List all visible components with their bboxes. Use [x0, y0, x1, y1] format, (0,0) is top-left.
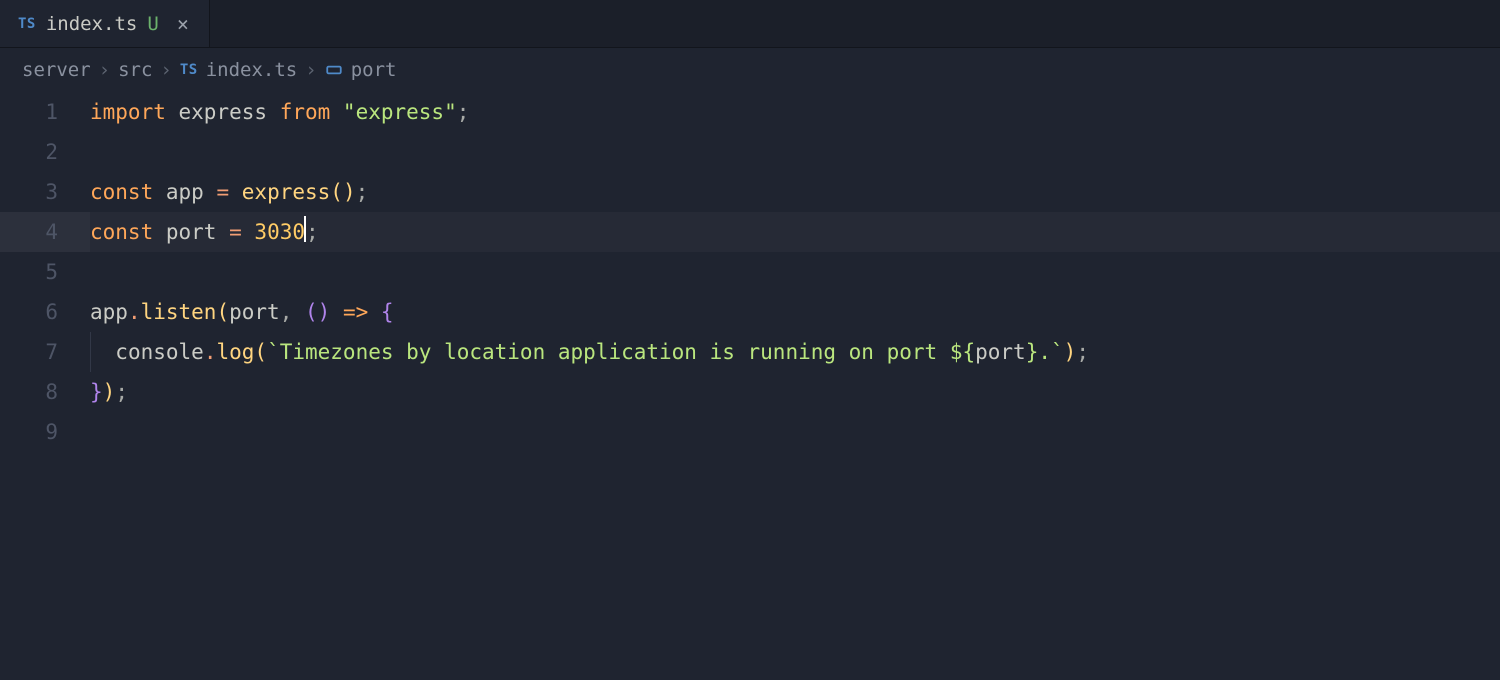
line-number: 4	[0, 212, 58, 252]
token-arrow: =>	[343, 300, 368, 324]
line-number: 9	[0, 412, 58, 452]
breadcrumb-text: src	[118, 59, 152, 81]
tab-git-status: U	[147, 13, 158, 35]
tab-bar: TS index.ts U ×	[0, 0, 1500, 48]
token-identifier: express	[179, 100, 268, 124]
token-paren: )	[343, 180, 356, 204]
breadcrumb: server › src › TS index.ts › port	[0, 48, 1500, 92]
token-identifier: console	[115, 340, 204, 364]
token-string: Timezones by location application is run…	[280, 340, 950, 364]
token-punct: ;	[115, 380, 128, 404]
code-line[interactable]	[90, 412, 1500, 452]
tab-filename: index.ts	[46, 13, 138, 35]
token-string: "express"	[343, 100, 457, 124]
token-keyword: from	[280, 100, 331, 124]
line-number: 6	[0, 292, 58, 332]
token-keyword: import	[90, 100, 166, 124]
token-brace: {	[381, 300, 394, 324]
token-identifier: port	[975, 340, 1026, 364]
token-number: 3030	[254, 220, 305, 244]
line-number: 7	[0, 332, 58, 372]
token-keyword: const	[90, 180, 153, 204]
token-string: `	[267, 340, 280, 364]
token-function: log	[216, 340, 254, 364]
tab-index-ts[interactable]: TS index.ts U ×	[0, 0, 210, 47]
breadcrumb-segment[interactable]: TS index.ts	[180, 59, 297, 81]
token-paren: (	[216, 300, 229, 324]
token-string: .	[1038, 340, 1051, 364]
token-punct: ;	[356, 180, 369, 204]
token-operator: =	[229, 220, 242, 244]
breadcrumb-segment[interactable]: src	[118, 59, 152, 81]
breadcrumb-segment[interactable]: port	[325, 59, 397, 81]
token-string: `	[1051, 340, 1064, 364]
code-area[interactable]: import express from "express"; const app…	[90, 92, 1500, 452]
token-punct: ;	[1076, 340, 1089, 364]
token-function: express	[242, 180, 331, 204]
token-indent	[90, 340, 115, 364]
token-punct: ,	[280, 300, 305, 324]
token-paren: (	[305, 300, 318, 324]
token-dot: .	[128, 300, 141, 324]
line-number: 3	[0, 172, 58, 212]
token-operator: =	[216, 180, 229, 204]
variable-icon	[325, 61, 343, 79]
breadcrumb-text: server	[22, 59, 91, 81]
line-number: 5	[0, 252, 58, 292]
token-identifier: port	[166, 220, 217, 244]
token-template: }	[1026, 340, 1039, 364]
token-punct: ;	[306, 220, 319, 244]
token-paren: (	[330, 180, 343, 204]
breadcrumb-text: index.ts	[206, 59, 298, 81]
typescript-icon: TS	[180, 62, 198, 78]
line-number: 8	[0, 372, 58, 412]
code-line[interactable]	[90, 132, 1500, 172]
token-paren: )	[1064, 340, 1077, 364]
close-icon[interactable]: ×	[173, 12, 193, 36]
code-line[interactable]	[90, 252, 1500, 292]
chevron-right-icon: ›	[305, 59, 316, 81]
breadcrumb-text: port	[351, 59, 397, 81]
breadcrumb-segment[interactable]: server	[22, 59, 91, 81]
code-line[interactable]: });	[90, 372, 1500, 412]
token-brace: }	[90, 380, 103, 404]
typescript-icon: TS	[18, 16, 36, 32]
token-identifier: app	[90, 300, 128, 324]
indent-guide	[90, 332, 91, 372]
token-paren: )	[103, 380, 116, 404]
token-punct: ;	[457, 100, 470, 124]
token-paren: (	[254, 340, 267, 364]
code-editor[interactable]: 1 2 3 4 5 6 7 8 9 import express from "e…	[0, 92, 1500, 452]
token-paren: )	[318, 300, 331, 324]
code-line[interactable]: const app = express();	[90, 172, 1500, 212]
token-keyword: const	[90, 220, 153, 244]
line-number: 1	[0, 92, 58, 132]
code-line[interactable]: console.log(`Timezones by location appli…	[90, 332, 1500, 372]
token-identifier: app	[166, 180, 204, 204]
code-line[interactable]: import express from "express";	[90, 92, 1500, 132]
line-number: 2	[0, 132, 58, 172]
token-template: $	[950, 340, 963, 364]
token-template: {	[962, 340, 975, 364]
chevron-right-icon: ›	[99, 59, 110, 81]
token-dot: .	[204, 340, 217, 364]
code-line[interactable]: app.listen(port, () => {	[90, 292, 1500, 332]
token-function: listen	[141, 300, 217, 324]
line-number-gutter: 1 2 3 4 5 6 7 8 9	[0, 92, 90, 452]
chevron-right-icon: ›	[160, 59, 171, 81]
token-identifier: port	[229, 300, 280, 324]
code-line[interactable]: const port = 3030;	[90, 212, 1500, 252]
